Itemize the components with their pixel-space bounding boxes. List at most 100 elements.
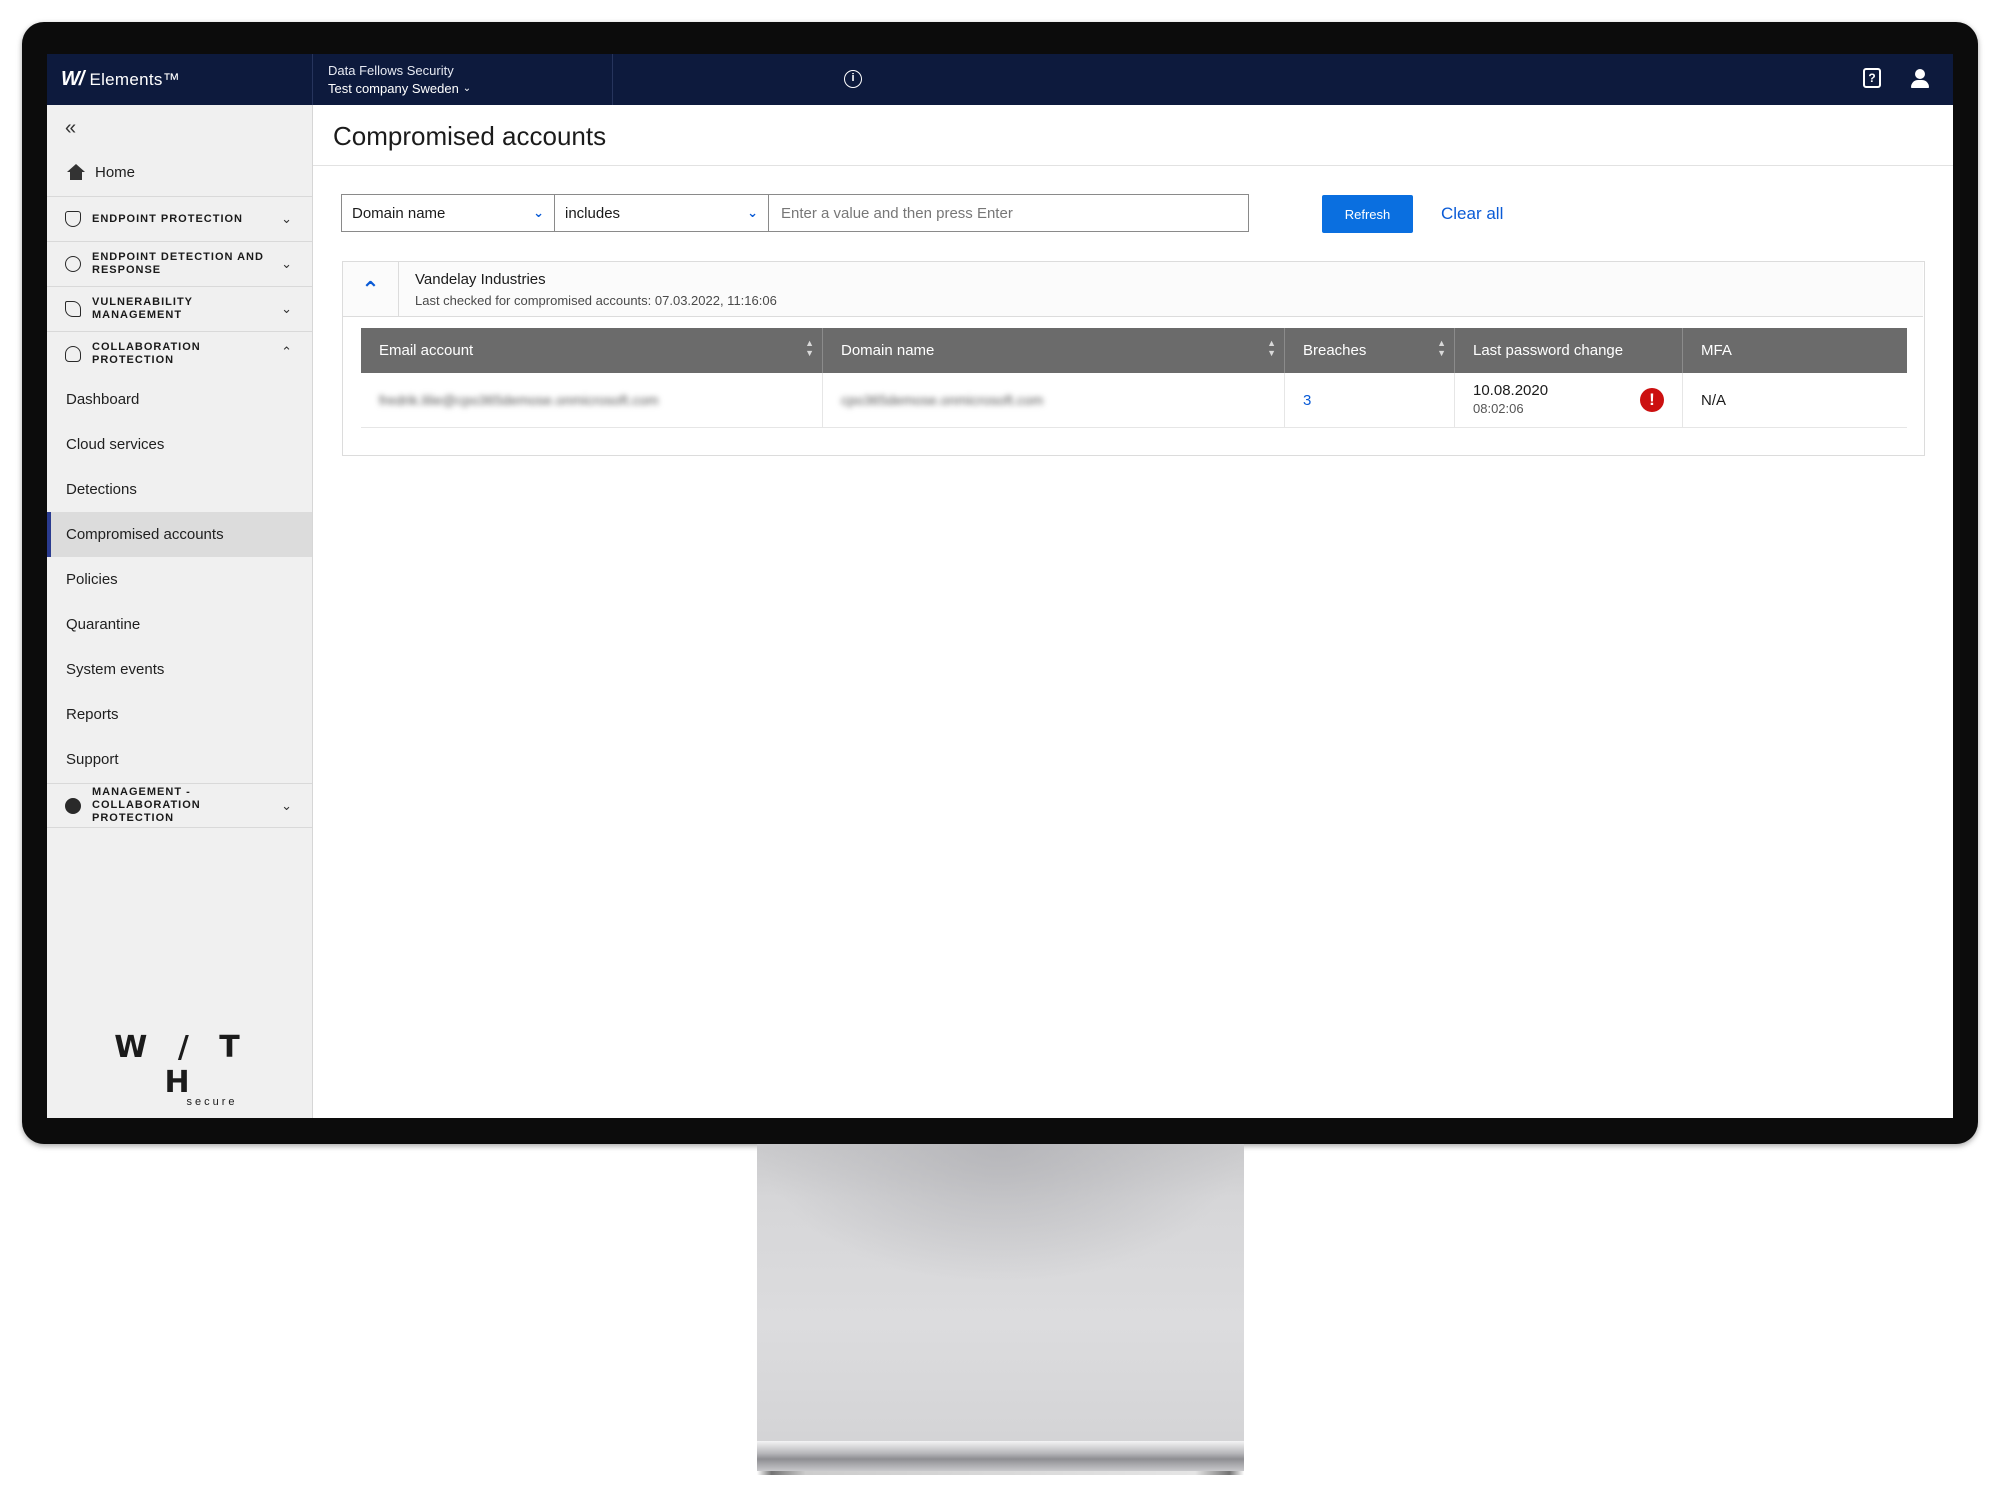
sidebar-section-label: ENDPOINT PROTECTION xyxy=(92,212,244,225)
column-header-mfa[interactable]: MFA xyxy=(1683,328,1907,373)
sidebar-section-label: MANAGEMENT - COLLABORATION PROTECTION xyxy=(92,786,201,824)
organization-group: ⌃ Vandelay Industries Last checked for c… xyxy=(342,261,1925,456)
sidebar-item-dashboard[interactable]: Dashboard xyxy=(47,377,312,422)
sidebar-item-home[interactable]: Home xyxy=(47,155,312,189)
filter-field-select[interactable]: Domain name ⌄ xyxy=(341,194,555,232)
top-bar: W/ Elements™ Data Fellows Security Test … xyxy=(47,54,1953,105)
sidebar-section-management-collaboration-protection[interactable]: MANAGEMENT - COLLABORATION PROTECTION ⌄ xyxy=(47,783,312,828)
cell-breaches: 3 xyxy=(1285,373,1455,427)
last-checked-text: Last checked for compromised accounts: 0… xyxy=(415,293,777,308)
help-book-icon[interactable]: ? xyxy=(1863,68,1881,88)
sidebar-item-cloud-services[interactable]: Cloud services xyxy=(47,422,312,467)
column-header-label: Domain name xyxy=(841,342,935,359)
tenant-company-label: Test company Sweden xyxy=(328,81,459,96)
withsecure-logo: W / T H secure xyxy=(107,1030,257,1108)
shield-icon xyxy=(65,211,81,227)
monitor-stand-shine xyxy=(757,1144,1244,1284)
sort-icon[interactable]: ▲ ▼ xyxy=(805,338,814,358)
brand-logo-icon: W/ xyxy=(61,68,84,90)
info-icon[interactable]: i xyxy=(844,70,862,88)
refresh-button[interactable]: Refresh xyxy=(1322,195,1413,233)
filter-operator-select[interactable]: includes ⌄ xyxy=(555,194,769,232)
cloud-icon xyxy=(65,346,81,362)
sidebar-item-detections[interactable]: Detections xyxy=(47,467,312,512)
home-icon xyxy=(67,164,85,180)
sidebar-section-label: VULNERABILITY MANAGEMENT xyxy=(92,296,193,321)
sidebar-section-collaboration-protection[interactable]: COLLABORATION PROTECTION ⌃ xyxy=(47,331,312,376)
sidebar-item-label: Home xyxy=(95,163,136,181)
sidebar-section-label: ENDPOINT DETECTION AND RESPONSE xyxy=(92,251,264,276)
cell-email: fredrik.lilie@cpo365demose.onmicrosoft.c… xyxy=(361,373,823,427)
tenant-selector[interactable]: Data Fellows Security Test company Swede… xyxy=(313,54,862,105)
organization-group-header: ⌃ Vandelay Industries Last checked for c… xyxy=(343,262,1923,317)
organization-name: Vandelay Industries xyxy=(415,271,546,288)
domain-value: cpo365demose.onmicrosoft.com xyxy=(841,392,1044,408)
stage: W/ Elements™ Data Fellows Security Test … xyxy=(0,0,2000,1509)
sort-icon[interactable]: ▲ ▼ xyxy=(1437,338,1446,358)
cell-domain: cpo365demose.onmicrosoft.com xyxy=(823,373,1285,427)
column-header-breaches[interactable]: Breaches ▲ ▼ xyxy=(1285,328,1455,373)
sidebar-item-compromised-accounts[interactable]: Compromised accounts xyxy=(47,512,312,557)
user-icon[interactable] xyxy=(1909,68,1931,90)
sidebar-item-reports[interactable]: Reports xyxy=(47,692,312,737)
column-header-last-password-change[interactable]: Last password change xyxy=(1455,328,1683,373)
filter-operator-value: includes xyxy=(565,204,621,222)
chevron-down-icon: ⌄ xyxy=(281,256,292,271)
filter-value-input[interactable] xyxy=(769,194,1249,232)
withsecure-logo-word: W / T H xyxy=(114,1030,250,1100)
password-change-value: 10.08.2020 08:02:06 xyxy=(1473,382,1548,418)
sidebar-item-system-events[interactable]: System events xyxy=(47,647,312,692)
sidebar-section-endpoint-protection[interactable]: ENDPOINT PROTECTION ⌄ xyxy=(47,196,312,241)
page-header: Compromised accounts xyxy=(313,105,1953,166)
column-header-email[interactable]: Email account ▲ ▼ xyxy=(361,328,823,373)
password-change-date: 10.08.2020 xyxy=(1473,382,1549,399)
sidebar-item-policies[interactable]: Policies xyxy=(47,557,312,602)
page-title: Compromised accounts xyxy=(333,121,607,151)
sidebar-section-edr[interactable]: ENDPOINT DETECTION AND RESPONSE ⌄ xyxy=(47,241,312,286)
sidebar-item-support[interactable]: Support xyxy=(47,737,312,782)
chevron-down-icon: ⌄ xyxy=(281,211,292,226)
password-change-time: 08:02:06 xyxy=(1473,401,1524,416)
chevron-down-icon: ⌄ xyxy=(281,798,292,813)
cloud-gear-icon xyxy=(65,797,81,814)
tag-icon xyxy=(65,301,81,317)
double-chevron-left-icon[interactable]: « xyxy=(65,117,76,140)
table-row[interactable]: fredrik.lilie@cpo365demose.onmicrosoft.c… xyxy=(361,373,1907,428)
chevron-up-icon[interactable]: ⌃ xyxy=(343,262,399,317)
column-header-label: Breaches xyxy=(1303,342,1367,359)
chevron-up-icon: ⌃ xyxy=(281,344,292,359)
cell-last-password-change: 10.08.2020 08:02:06 ! xyxy=(1455,373,1683,427)
sidebar-section-vulnerability-management[interactable]: VULNERABILITY MANAGEMENT ⌄ xyxy=(47,286,312,331)
sidebar-section-label: COLLABORATION PROTECTION xyxy=(92,341,201,366)
column-header-label: Last password change xyxy=(1473,342,1624,359)
sidebar-item-quarantine[interactable]: Quarantine xyxy=(47,602,312,647)
sort-icon[interactable]: ▲ ▼ xyxy=(1267,338,1276,358)
radar-icon xyxy=(65,256,81,272)
filter-bar: Domain name ⌄ includes ⌄ xyxy=(341,194,1249,232)
cell-mfa: N/A xyxy=(1683,373,1907,427)
screen: W/ Elements™ Data Fellows Security Test … xyxy=(47,54,1953,1118)
chevron-down-icon: ⌄ xyxy=(533,205,544,220)
compromised-accounts-table: Email account ▲ ▼ Domain name ▲ ▼ Breaches… xyxy=(361,328,1907,428)
alert-icon: ! xyxy=(1640,388,1664,412)
column-header-domain[interactable]: Domain name ▲ ▼ xyxy=(823,328,1285,373)
column-header-label: MFA xyxy=(1701,342,1732,359)
breaches-link[interactable]: 3 xyxy=(1303,392,1311,409)
brand[interactable]: W/ Elements™ xyxy=(47,54,313,105)
sidebar: « Home ENDPOINT PROTECTION ⌄ ENDPOINT DE… xyxy=(47,105,313,1118)
chevron-down-icon: ⌄ xyxy=(462,83,472,94)
column-header-label: Email account xyxy=(379,342,474,359)
chevron-down-icon: ⌄ xyxy=(747,205,758,220)
filter-field-value: Domain name xyxy=(352,204,446,222)
brand-name: Elements™ xyxy=(89,69,181,89)
chevron-down-icon: ⌄ xyxy=(281,301,292,316)
main-content: Compromised accounts Domain name ⌄ inclu… xyxy=(313,105,1953,1118)
email-value: fredrik.lilie@cpo365demose.onmicrosoft.c… xyxy=(379,392,659,408)
tenant-company[interactable]: Test company Sweden ⌄ xyxy=(328,80,612,98)
tenant-org: Data Fellows Security xyxy=(328,63,454,78)
monitor-stand-base xyxy=(757,1441,1244,1471)
table-header: Email account ▲ ▼ Domain name ▲ ▼ Breaches… xyxy=(361,328,1907,373)
clear-all-link[interactable]: Clear all xyxy=(1441,204,1503,224)
mfa-value: N/A xyxy=(1701,391,1727,409)
monitor-stand-shadow xyxy=(757,1471,1244,1475)
